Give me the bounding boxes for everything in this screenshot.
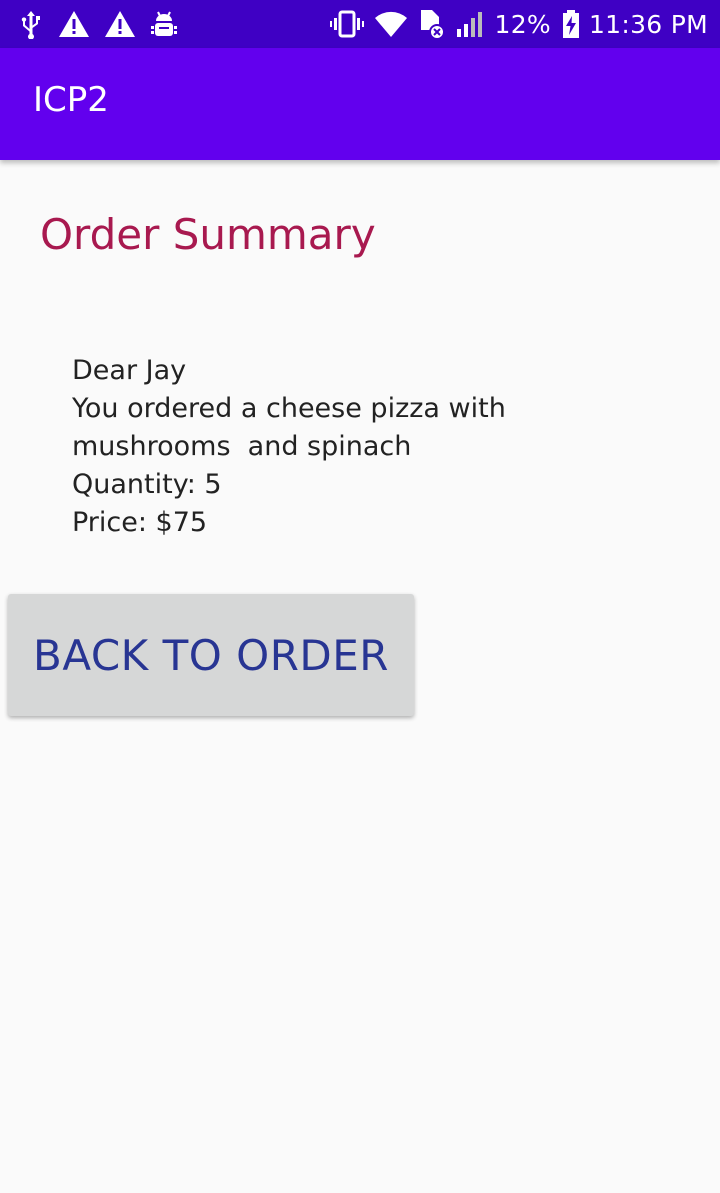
back-to-order-label: BACK TO ORDER	[33, 630, 389, 680]
no-sim-icon	[418, 8, 446, 40]
warning-icon	[58, 9, 90, 39]
wifi-icon	[374, 10, 408, 38]
system-indicators: 12% 11:36 PM	[320, 8, 708, 40]
status-bar: 12% 11:36 PM	[0, 0, 720, 48]
battery-percent: 12%	[494, 9, 551, 39]
quantity-text: Quantity: 5	[72, 469, 222, 500]
battery-charging-icon	[561, 9, 581, 39]
vibrate-icon	[330, 9, 365, 39]
warning-icon	[104, 9, 136, 39]
order-summary-screen: Order Summary Dear Jay You ordered a che…	[0, 160, 720, 1193]
back-to-order-button[interactable]: BACK TO ORDER	[8, 594, 414, 716]
order-summary-text: Dear Jay You ordered a cheese pizza with…	[72, 352, 532, 542]
android-debug-icon	[150, 9, 178, 39]
usb-icon	[18, 9, 44, 39]
signal-icon	[456, 10, 486, 38]
price-text: Price: $75	[72, 507, 208, 538]
page-title: Order Summary	[40, 210, 376, 259]
app-title: ICP2	[33, 80, 109, 120]
greeting-text: Dear Jay	[72, 355, 187, 386]
clock: 11:36 PM	[588, 9, 708, 39]
order-description-line: You ordered a cheese pizza with	[72, 393, 506, 424]
notification-icons	[18, 8, 192, 40]
order-description-line: mushrooms and spinach	[72, 431, 412, 462]
app-bar: ICP2	[0, 48, 720, 160]
